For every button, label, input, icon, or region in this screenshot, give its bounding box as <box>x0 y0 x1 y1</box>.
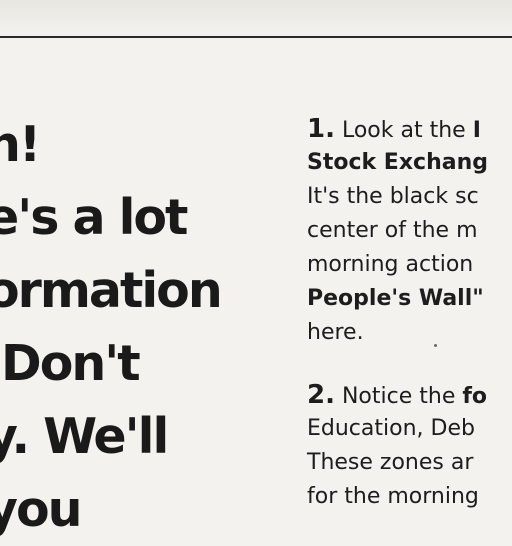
heading-line: e's a lot <box>0 189 188 246</box>
step-line: for the morning <box>307 484 479 509</box>
step-line: center of the m <box>307 218 478 243</box>
step-bold-text: fo <box>462 384 488 409</box>
step-number: 1. <box>307 114 335 144</box>
print-speck <box>434 344 437 347</box>
step-bold-line: Stock Exchang <box>307 150 488 175</box>
step-line: 2. Notice the fo <box>307 378 512 412</box>
page-top-margin <box>0 0 512 36</box>
page-heading: n! e's a lot ormation Don't y. We'll you <box>0 108 246 546</box>
heading-line: y. We'll <box>0 408 169 465</box>
instruction-steps: 1. Look at the I Stock Exchang It's the … <box>307 112 512 542</box>
step-line: here. <box>307 320 364 345</box>
divider-rule <box>0 36 512 38</box>
step-line: 1. Look at the I <box>307 112 512 146</box>
step-line: It's the black sc <box>307 184 479 209</box>
step-bold-text: I <box>472 118 481 143</box>
step-line: These zones ar <box>307 450 474 475</box>
step-text: Look at the <box>341 118 473 143</box>
step-line: morning action <box>307 252 474 277</box>
step-2: 2. Notice the fo Education, Deb These zo… <box>307 378 512 514</box>
heading-line: Don't <box>0 335 141 392</box>
heading-line: ormation <box>0 262 223 319</box>
step-line: Education, Deb <box>307 416 475 441</box>
step-number: 2. <box>307 380 335 410</box>
step-1: 1. Look at the I Stock Exchang It's the … <box>307 112 512 350</box>
heading-line: n! <box>0 116 41 173</box>
step-bold-line: People's Wall" <box>307 286 484 311</box>
step-text: Notice the <box>341 384 463 409</box>
heading-line: you <box>0 481 83 538</box>
